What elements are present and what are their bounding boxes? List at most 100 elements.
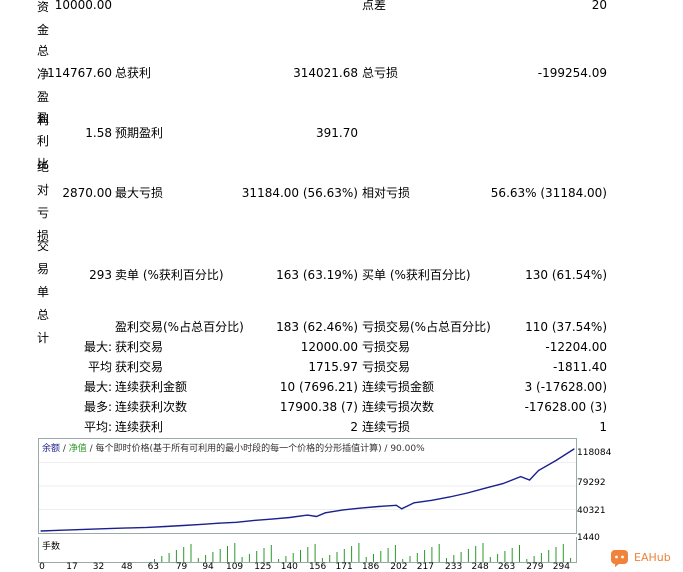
x-tick-label: 233 <box>445 562 463 572</box>
stat-value: -17628.00 (3) <box>524 400 607 414</box>
volume-bar <box>205 555 207 562</box>
y-tick-label: 79292 <box>577 478 606 488</box>
volume-bar <box>387 548 389 562</box>
volume-bar <box>519 545 520 562</box>
balance-point <box>324 512 326 514</box>
stat-prefix: 平均: <box>83 420 112 434</box>
stat-label: 总获利 <box>115 66 152 80</box>
stat-label: 连续获利金额 <box>115 380 188 394</box>
y-tick-label: 1440 <box>577 533 600 543</box>
x-tick-label: 63 <box>147 562 160 572</box>
stat-value: -1811.40 <box>553 360 607 374</box>
balance-point <box>360 507 362 509</box>
volume-bar <box>548 550 550 562</box>
balance-point <box>413 502 415 504</box>
volume-bar <box>212 552 214 562</box>
stat-label: 连续亏损金额 <box>362 380 435 394</box>
balance-point <box>235 521 238 523</box>
x-tick-label: 0 <box>39 562 45 572</box>
volume-bar <box>263 548 265 562</box>
balance-point <box>253 519 255 522</box>
volume-bar <box>497 554 499 562</box>
volume-bars <box>154 543 572 562</box>
x-axis-labels: 0 17 32 48 63 79 94 109 125 140 156 171 186 202 217 233… <box>38 562 578 572</box>
stat-label: 获利交易 <box>115 360 164 374</box>
volume-bar <box>314 544 316 562</box>
volume-bar <box>416 553 418 562</box>
x-tick-label: 248 <box>471 562 489 572</box>
volume-bar <box>234 543 236 562</box>
stat-label: 连续获利 <box>115 420 164 434</box>
stat-value: 3 (-17628.00) <box>524 380 607 394</box>
balance-point <box>342 509 344 511</box>
stat-value: 1.58 <box>85 126 112 140</box>
volume-bar <box>175 550 177 562</box>
balance-point <box>271 518 273 520</box>
stat-value: 293 <box>89 268 112 282</box>
x-tick-label: 109 <box>225 562 244 572</box>
stat-value: 114767.60 <box>47 66 112 80</box>
volume-panel: 手数 <box>38 537 577 563</box>
volume-bar <box>183 547 185 562</box>
volume-bar <box>504 551 506 562</box>
stat-prefix: 平均 <box>87 360 112 374</box>
row-label-char: 绝 <box>36 160 49 174</box>
volume-bar <box>343 549 345 562</box>
eahub-watermark: EAHub <box>610 548 680 568</box>
volume-bar <box>300 550 301 562</box>
stat-value: 130 (61.54%) <box>525 268 607 282</box>
stat-value: -199254.09 <box>537 66 607 80</box>
stat-value: 10000.00 <box>54 0 112 12</box>
stat-prefix: 最大: <box>83 340 112 354</box>
stat-label: 亏损交易 <box>362 360 411 374</box>
balance-point <box>200 523 202 526</box>
volume-bar <box>453 555 455 562</box>
balance-point <box>573 448 575 450</box>
volume-bar <box>227 546 228 562</box>
volume-bar <box>555 547 557 562</box>
volume-bar <box>168 553 170 562</box>
volume-bar <box>336 552 338 562</box>
x-tick-label: 156 <box>309 562 327 572</box>
balance-point <box>528 479 531 481</box>
row-label-char: 盈 <box>36 90 49 104</box>
volume-bar <box>467 549 469 562</box>
stat-label: 卖单 (%获利百分比) <box>115 268 224 282</box>
stat-label: 买单 (%获利百分比) <box>362 268 471 282</box>
volume-bar <box>373 554 374 562</box>
stat-label: 预期盈利 <box>115 126 164 140</box>
stat-value: 20 <box>591 0 607 12</box>
stat-value: 12000.00 <box>300 340 358 354</box>
stat-value: 1 <box>599 420 607 434</box>
x-tick-label: 125 <box>254 562 272 572</box>
balance-point <box>218 522 220 524</box>
volume-bar <box>256 551 258 562</box>
volume-bar <box>394 545 396 562</box>
balance-point <box>431 499 433 501</box>
x-tick-label: 279 <box>526 562 544 572</box>
balance-point <box>466 492 468 494</box>
stat-label: 连续获利次数 <box>115 400 188 414</box>
x-tick-label: 94 <box>202 562 214 572</box>
stat-label: 获利交易 <box>115 340 164 354</box>
stat-label: 亏损交易 <box>362 340 411 354</box>
volume-bar <box>460 552 462 562</box>
volume-bar <box>307 547 309 562</box>
volume-bar <box>475 546 477 562</box>
balance-point <box>40 530 42 532</box>
stat-value: 31184.00 (56.63%) <box>241 186 358 200</box>
volume-bar <box>358 543 360 562</box>
volume-bar <box>511 548 513 562</box>
balance-point <box>129 527 131 529</box>
balance-point <box>555 459 557 462</box>
stat-value: -12204.00 <box>545 340 607 354</box>
x-tick-label: 217 <box>416 562 434 572</box>
balance-point <box>306 514 309 516</box>
stat-value: 314021.68 <box>293 66 358 80</box>
volume-bar <box>438 544 440 562</box>
volume-bar <box>190 544 192 562</box>
stat-label: 最大亏损 <box>115 186 164 200</box>
stat-value: 2 <box>350 420 358 434</box>
stat-prefix: 最多: <box>83 400 112 414</box>
x-tick-label: 186 <box>362 562 380 572</box>
